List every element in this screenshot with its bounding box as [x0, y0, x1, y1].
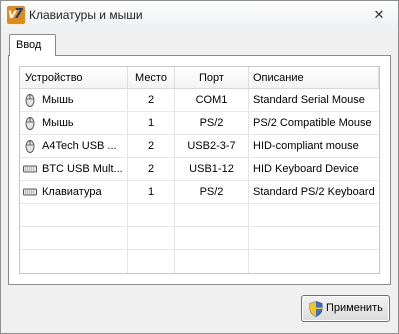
apply-button-label: Применить — [326, 302, 383, 314]
column-header-place[interactable]: Место — [128, 67, 175, 88]
empty-cell — [175, 250, 249, 273]
close-button[interactable]: ✕ — [368, 6, 390, 24]
empty-cell — [249, 227, 379, 249]
device-cell: A4Tech USB ... — [20, 135, 128, 157]
empty-cell — [249, 250, 379, 273]
empty-row — [20, 250, 379, 273]
empty-cell — [249, 204, 379, 226]
place-cell: 1 — [128, 181, 175, 203]
app-logo-icon: v7 — [7, 6, 25, 24]
empty-cell — [128, 204, 175, 226]
mouse-icon — [25, 140, 35, 153]
port-cell: COM1 — [175, 89, 249, 111]
device-name: Мышь — [42, 117, 74, 129]
column-header-port[interactable]: Порт — [175, 67, 249, 88]
table-row[interactable]: Мышь 2 COM1 Standard Serial Mouse — [20, 89, 379, 112]
uac-shield-icon — [309, 301, 323, 317]
empty-cell — [20, 204, 128, 226]
empty-cell — [20, 227, 128, 249]
table-row[interactable]: Мышь 1 PS/2 PS/2 Compatible Mouse — [20, 112, 379, 135]
table-header: Устройство Место Порт Описание — [20, 67, 379, 89]
empty-cell — [128, 250, 175, 273]
device-name: BTC USB Mult... — [42, 163, 123, 175]
device-name: Клавиатура — [42, 186, 102, 198]
table-row[interactable]: BTC USB Mult... 2 USB1-12 HID Keyboard D… — [20, 158, 379, 181]
keyboard-icon — [23, 165, 37, 173]
empty-cell — [175, 204, 249, 226]
device-cell: Клавиатура — [20, 181, 128, 203]
apply-button[interactable]: Применить — [301, 295, 390, 322]
table-row[interactable]: A4Tech USB ... 2 USB2-3-7 HID-compliant … — [20, 135, 379, 158]
mouse-icon — [25, 117, 35, 130]
device-cell: Мышь — [20, 112, 128, 134]
column-header-description[interactable]: Описание — [249, 67, 379, 88]
place-cell: 1 — [128, 112, 175, 134]
empty-cell — [128, 227, 175, 249]
device-name: A4Tech USB ... — [42, 140, 117, 152]
window-title: Клавиатуры и мыши — [29, 8, 143, 22]
description-cell: Standard Serial Mouse — [253, 94, 365, 106]
mouse-icon — [25, 94, 35, 107]
empty-row — [20, 204, 379, 227]
port-cell: USB1-12 — [175, 158, 249, 180]
dialog-window: v7 Клавиатуры и мыши ✕ Ввод Устройство М… — [0, 0, 399, 334]
place-cell: 2 — [128, 158, 175, 180]
device-cell: BTC USB Mult... — [20, 158, 128, 180]
column-header-device[interactable]: Устройство — [20, 67, 128, 88]
tab-panel-input: Устройство Место Порт Описание Мышь 2 CO… — [8, 55, 391, 285]
place-cell: 2 — [128, 135, 175, 157]
tab-input[interactable]: Ввод — [9, 34, 56, 56]
keyboard-icon — [23, 188, 37, 196]
description-cell: HID Keyboard Device — [253, 163, 359, 175]
place-cell: 2 — [128, 89, 175, 111]
device-name: Мышь — [42, 94, 74, 106]
description-cell: HID-compliant mouse — [253, 140, 359, 152]
empty-cell — [175, 227, 249, 249]
port-cell: PS/2 — [175, 181, 249, 203]
description-cell: PS/2 Compatible Mouse — [253, 117, 372, 129]
device-cell: Мышь — [20, 89, 128, 111]
port-cell: PS/2 — [175, 112, 249, 134]
table-row[interactable]: Клавиатура 1 PS/2 Standard PS/2 Keyboard — [20, 181, 379, 204]
description-cell: Standard PS/2 Keyboard — [253, 186, 375, 198]
devices-table: Устройство Место Порт Описание Мышь 2 CO… — [19, 66, 380, 274]
port-cell: USB2-3-7 — [175, 135, 249, 157]
title-bar: v7 Клавиатуры и мыши ✕ — [1, 1, 398, 29]
empty-cell — [20, 250, 128, 273]
empty-row — [20, 227, 379, 250]
